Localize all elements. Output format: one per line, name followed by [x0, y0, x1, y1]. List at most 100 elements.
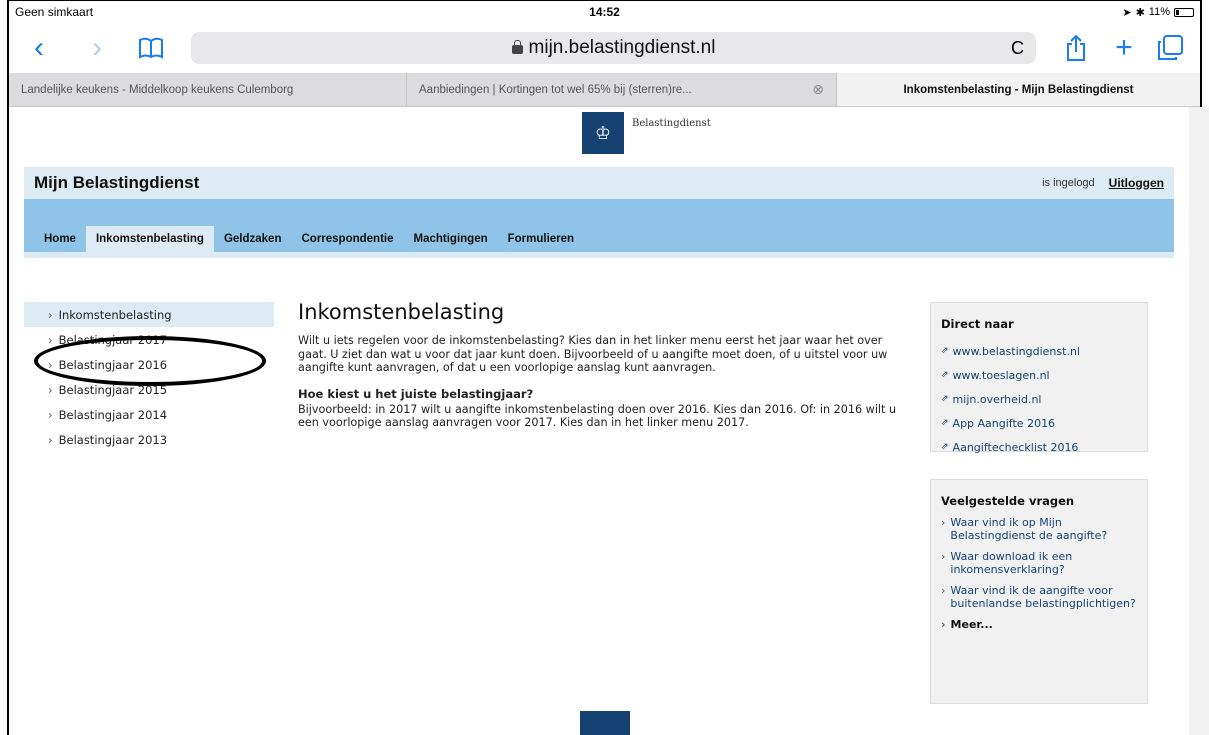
back-button[interactable]: ‹ — [19, 28, 59, 68]
link-aangiftechecklist[interactable]: ⇗ Aangiftechecklist 2016 — [941, 435, 1137, 459]
faq-label: Waar download ik een inkomensverklaring? — [950, 550, 1073, 576]
user-status: is ingelogd Uitloggen — [1042, 176, 1164, 190]
sidebar-item-label: Belastingjaar 2017 — [58, 332, 168, 347]
body-text: Bijvoorbeeld: in 2017 wilt u aangifte in… — [298, 402, 897, 430]
address-bar[interactable]: mijn.belastingdienst.nl C — [191, 32, 1036, 64]
chevron-right-icon: › — [941, 516, 946, 529]
status-bar: Geen simkaart 14:52 ➤ ✱ 11% — [9, 1, 1200, 23]
link-mijn-overheid[interactable]: ⇗ mijn.overheid.nl — [941, 387, 1137, 411]
login-status: is ingelogd — [1042, 177, 1095, 189]
sidebar-item-label: Belastingjaar 2016 — [58, 357, 168, 372]
faq-item[interactable]: › Waar vind ik de aangifte voor buitenlan… — [941, 584, 1137, 610]
chevron-right-icon: › — [48, 332, 53, 347]
intro-text: Wilt u iets regelen voor de inkomstenbel… — [298, 334, 888, 374]
tabs-icon — [1158, 35, 1183, 60]
sidebar-item-label: Belastingjaar 2013 — [58, 432, 168, 447]
site-header: Mijn Belastingdienst is ingelogd Uitlogg… — [24, 167, 1174, 199]
page-title: Inkomstenbelasting — [298, 300, 505, 324]
nav-formulieren[interactable]: Formulieren — [498, 226, 584, 252]
sidebar-item-label: Inkomstenbelasting — [58, 307, 172, 322]
book-icon — [139, 37, 163, 59]
direct-links-box: Direct naar ⇗ www.belastingdienst.nl ⇗ www… — [930, 302, 1148, 454]
brand-title: Mijn Belastingdienst — [34, 173, 200, 192]
chevron-right-icon: › — [48, 432, 53, 447]
link-app-aangifte[interactable]: ⇗ App Aangifte 2016 — [941, 411, 1137, 435]
faq-more-link[interactable]: › Meer... — [941, 618, 1137, 631]
sidebar-item-2017[interactable]: › Belastingjaar 2017 — [24, 327, 274, 352]
link-belastingdienst[interactable]: ⇗ www.belastingdienst.nl — [941, 339, 1137, 363]
link-label: App Aangifte 2016 — [952, 416, 1056, 430]
external-link-icon: ⇗ — [941, 394, 949, 404]
chevron-right-icon: › — [48, 357, 53, 372]
nav-correspondentie[interactable]: Correspondentie — [291, 226, 403, 252]
faq-label: Waar vind ik op Mijn Belastingdienst de … — [950, 516, 1108, 542]
chevron-right-icon: › — [941, 550, 946, 563]
web-page: ♔ Belastingdienst Mijn Belastingdienst i… — [18, 107, 1174, 735]
carrier-label: Geen simkaart — [15, 5, 94, 19]
location-icon: ➤ — [1122, 6, 1132, 19]
tab-label: Landelijke keukens - Middelkoop keukens … — [21, 83, 294, 96]
sidebar-item-inkomstenbelasting[interactable]: › Inkomstenbelasting — [24, 302, 274, 327]
external-link-icon: ⇗ — [941, 418, 949, 428]
external-link-icon: ⇗ — [941, 442, 949, 452]
reload-icon[interactable]: C — [1011, 38, 1024, 59]
nav-home[interactable]: Home — [34, 226, 86, 252]
faq-box: Veelgestelde vragen › Waar vind ik op Mij… — [930, 479, 1148, 704]
scroll-gutter — [1189, 107, 1209, 735]
section-heading: Hoe kiest u het juiste belastingjaar? — [298, 386, 534, 401]
faq-item[interactable]: › Waar vind ik op Mijn Belastingdienst de… — [941, 516, 1137, 542]
nav-strip — [24, 252, 1174, 258]
faq-label: Waar vind ik de aangifte voor buitenland… — [950, 584, 1136, 610]
forward-button[interactable]: › — [77, 28, 117, 68]
link-toeslagen[interactable]: ⇗ www.toeslagen.nl — [941, 363, 1137, 387]
sidebar-item-label: Belastingjaar 2015 — [58, 382, 168, 397]
url-text: mijn.belastingdienst.nl — [528, 37, 716, 58]
main-nav: Home Inkomstenbelasting Geldzaken Corres… — [24, 199, 1174, 252]
faq-item[interactable]: › Waar download ik een inkomensverklaring… — [941, 550, 1137, 576]
sidebar-item-2013[interactable]: › Belastingjaar 2013 — [24, 427, 274, 452]
chevron-right-icon: › — [48, 382, 53, 397]
chevron-right-icon: › — [941, 618, 946, 631]
sidebar-menu: › Inkomstenbelasting › Belastingjaar 2017 … — [24, 302, 274, 452]
tab-aanbiedingen[interactable]: Aanbiedingen | Kortingen tot wel 65% bij… — [407, 73, 837, 106]
browser-toolbar: ‹ › mijn.belastingdienst.nl C + — [9, 23, 1200, 73]
footer-logo-block — [580, 711, 630, 735]
new-tab-button[interactable]: + — [1104, 28, 1144, 68]
chevron-right-icon: › — [48, 407, 53, 422]
crown-logo-icon: ♔ — [582, 112, 624, 154]
tab-keukens[interactable]: Landelijke keukens - Middelkoop keukens … — [9, 73, 407, 106]
faq-label: Meer... — [950, 618, 993, 631]
box-title: Direct naar — [941, 317, 1014, 331]
chevron-right-icon: › — [941, 584, 946, 597]
tabs-overview-button[interactable] — [1150, 28, 1190, 68]
bookmarks-button[interactable] — [131, 28, 171, 68]
link-label: Aangiftechecklist 2016 — [952, 440, 1079, 454]
nav-inkomstenbelasting[interactable]: Inkomstenbelasting — [85, 226, 214, 252]
battery-percent: 11% — [1148, 6, 1170, 18]
battery-icon — [1174, 7, 1194, 17]
link-label: mijn.overheid.nl — [952, 392, 1042, 406]
link-label: www.toeslagen.nl — [952, 368, 1050, 382]
logo-text: Belastingdienst — [632, 118, 711, 129]
bluetooth-icon: ✱ — [1135, 6, 1145, 19]
close-tab-icon[interactable]: ⊗ — [812, 81, 824, 98]
external-link-icon: ⇗ — [941, 370, 949, 380]
share-icon — [1067, 34, 1085, 61]
site-logo[interactable]: ♔ Belastingdienst — [582, 112, 711, 154]
sidebar-item-2016[interactable]: › Belastingjaar 2016 — [24, 352, 274, 377]
sidebar-item-2015[interactable]: › Belastingjaar 2015 — [24, 377, 274, 402]
box-title: Veelgestelde vragen — [941, 494, 1075, 508]
status-right: ➤ ✱ 11% — [1122, 6, 1194, 19]
share-button[interactable] — [1056, 28, 1096, 68]
link-label: www.belastingdienst.nl — [952, 344, 1080, 358]
nav-geldzaken[interactable]: Geldzaken — [214, 226, 292, 252]
clock: 14:52 — [589, 5, 620, 19]
nav-machtigingen[interactable]: Machtigingen — [404, 226, 498, 252]
sidebar-item-label: Belastingjaar 2014 — [58, 407, 168, 422]
lock-icon — [511, 39, 523, 54]
tab-inkomstenbelasting[interactable]: Inkomstenbelasting - Mijn Belastingdiens… — [837, 73, 1200, 106]
tab-label: Inkomstenbelasting - Mijn Belastingdiens… — [903, 83, 1134, 96]
sidebar-item-2014[interactable]: › Belastingjaar 2014 — [24, 402, 274, 427]
logout-link[interactable]: Uitloggen — [1109, 176, 1164, 190]
tab-bar: Landelijke keukens - Middelkoop keukens … — [9, 73, 1200, 107]
